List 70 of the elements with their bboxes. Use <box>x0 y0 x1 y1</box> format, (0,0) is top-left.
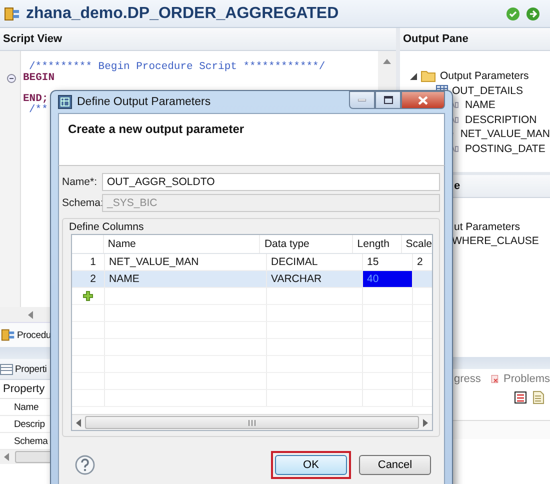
pane-title: e <box>454 180 460 192</box>
code-keyword: END; <box>22 94 48 105</box>
minimize-button[interactable] <box>349 91 375 109</box>
scrollbar[interactable] <box>72 414 432 430</box>
column-header[interactable]: Name <box>104 235 260 253</box>
close-button[interactable] <box>401 91 445 109</box>
pane-title: Output Pane <box>403 33 468 45</box>
dialog-button[interactable]: Cancel <box>359 455 431 475</box>
table-cell: NAME <box>105 271 267 287</box>
list-icon[interactable] <box>514 391 527 404</box>
column-header[interactable]: Scale <box>402 235 432 253</box>
properties-icon <box>0 364 13 374</box>
procedure-icon <box>1 328 15 342</box>
procedure-icon <box>4 6 20 22</box>
table-cell-text: 2 <box>416 255 424 270</box>
editor-tab[interactable]: Procedu <box>17 330 51 340</box>
add-icon[interactable] <box>83 291 93 301</box>
scrollbar-thumb[interactable] <box>85 416 419 429</box>
dialog-icon <box>58 95 72 109</box>
tree-item[interactable]: NET_VALUE_MAN <box>460 128 550 140</box>
scroll-left-icon[interactable] <box>4 453 9 461</box>
tree-item[interactable]: NAME <box>465 99 496 112</box>
cell-editor[interactable]: 40 <box>363 271 413 287</box>
editor-title: zhana_demo.DP_ORDER_AGGREGATED <box>26 4 339 22</box>
pane-title: Script View <box>3 33 62 45</box>
field-label: Schema: <box>62 196 102 208</box>
tree-item[interactable]: OUT_DETAILS <box>452 84 523 97</box>
code-comment: /********* Begin Procedure Script ************/ <box>28 62 326 73</box>
view-tab[interactable]: gress <box>454 373 481 385</box>
properties-tab[interactable]: Properti <box>15 364 47 374</box>
dialog-button[interactable]: OK <box>275 455 347 475</box>
check-icon[interactable] <box>506 6 520 20</box>
maximize-icon <box>384 96 392 104</box>
row-number: 2 <box>72 271 105 287</box>
tree-item[interactable]: WHERE_CLAUSE <box>452 235 539 247</box>
run-icon[interactable] <box>526 6 540 20</box>
tree-item[interactable]: ut Parameters <box>454 221 520 233</box>
help-icon[interactable] <box>75 455 95 475</box>
scroll-right-icon[interactable] <box>423 418 428 426</box>
column-header[interactable]: Length <box>353 235 402 253</box>
tree-item[interactable]: POSTING_DATE <box>465 142 546 155</box>
column-header: Property <box>3 383 45 395</box>
property-name: Schema <box>14 436 48 446</box>
property-name: Name <box>14 402 39 412</box>
field-label: Name*: <box>62 176 98 188</box>
group-label: Define Columns <box>69 221 144 233</box>
code-keyword: BEGIN <box>22 73 55 84</box>
table-cell: DECIMAL <box>267 254 363 270</box>
view-tab[interactable]: Problems <box>504 373 550 385</box>
code-comment: /** <box>28 105 48 116</box>
column-header[interactable]: Data type <box>260 235 354 253</box>
tree-item[interactable]: DESCRIPTION <box>465 114 537 126</box>
close-icon <box>418 96 428 104</box>
scroll-up-icon[interactable] <box>383 59 391 64</box>
row-number: 1 <box>72 254 105 270</box>
input-field[interactable]: OUT_AGGR_SOLDTO <box>102 172 440 190</box>
document-icon[interactable] <box>533 391 544 404</box>
table-cell: NET_VALUE_MAN <box>105 254 267 270</box>
scroll-left-icon[interactable] <box>76 418 81 426</box>
minimize-icon <box>358 98 366 102</box>
tree-item[interactable]: Output Parameters <box>440 70 529 82</box>
dialog-title: Define Output Parameters <box>77 96 211 108</box>
maximize-button[interactable] <box>375 91 401 109</box>
dialog-heading: Create a new output parameter <box>68 122 244 136</box>
expanded-arrow-icon[interactable] <box>410 72 417 80</box>
scroll-left-icon[interactable] <box>28 310 33 318</box>
folder-icon <box>421 70 436 82</box>
problems-icon <box>490 372 500 386</box>
property-name: Descrip <box>14 418 45 430</box>
table-cell: 15 <box>363 254 413 270</box>
